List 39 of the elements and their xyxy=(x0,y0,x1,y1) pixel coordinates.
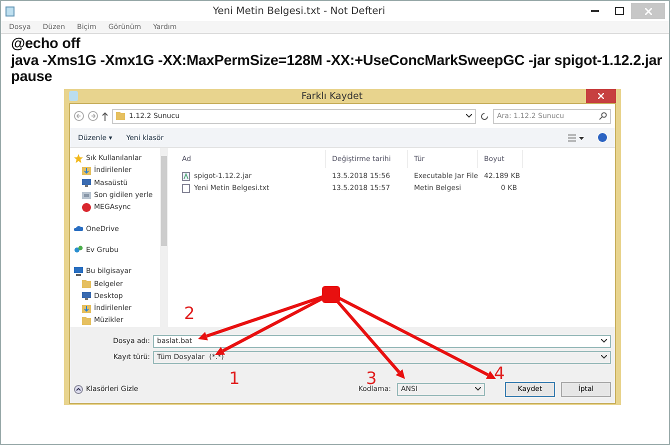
hub-marker xyxy=(322,286,340,303)
computer-icon xyxy=(74,266,83,276)
close-icon xyxy=(598,93,604,99)
caret-icon xyxy=(601,355,607,360)
monitor-icon xyxy=(82,178,91,188)
folder-icon xyxy=(116,112,125,120)
text-line: pause xyxy=(11,69,54,86)
download-folder-icon xyxy=(82,304,91,313)
folder-icon xyxy=(82,316,91,325)
text-line: @echo off xyxy=(11,36,82,52)
star-icon xyxy=(74,154,83,163)
dialog-title: Farklı Kaydet xyxy=(300,90,364,102)
refresh-icon[interactable] xyxy=(480,112,489,120)
download-folder-icon xyxy=(82,166,91,175)
cloud-icon xyxy=(74,224,83,234)
view-options-icon[interactable] xyxy=(568,134,584,142)
caret-icon xyxy=(466,114,472,118)
close-icon xyxy=(644,8,652,14)
caret-icon xyxy=(601,339,607,344)
step-number: 4 xyxy=(494,364,505,384)
dialog-icon xyxy=(69,91,78,101)
close-button[interactable] xyxy=(586,89,616,103)
caret-icon xyxy=(475,387,481,392)
window-title: Yeni Metin Belgesi.txt - Not Defteri xyxy=(212,6,386,16)
step-number: 2 xyxy=(184,304,195,324)
maximize-icon xyxy=(614,7,624,15)
text-file-icon xyxy=(182,184,190,192)
monitor-icon xyxy=(82,291,91,300)
chevron-up-icon xyxy=(74,384,83,394)
text-line: java -Xms1G -Xmx1G -XX:MaxPermSize=128M -XX:+UseConcMarkSweepGC -jar spigot-1.12.2.jar xyxy=(11,52,662,69)
jar-file-icon xyxy=(182,172,190,180)
folder-icon xyxy=(82,279,91,288)
notepad-icon xyxy=(5,6,15,16)
search-icon xyxy=(599,112,607,120)
step-number: 1 xyxy=(229,369,240,389)
scrollbar[interactable] xyxy=(160,148,168,327)
minimize-icon xyxy=(591,10,599,12)
recent-places-icon xyxy=(82,190,91,200)
up-arrow-icon[interactable] xyxy=(102,112,108,120)
